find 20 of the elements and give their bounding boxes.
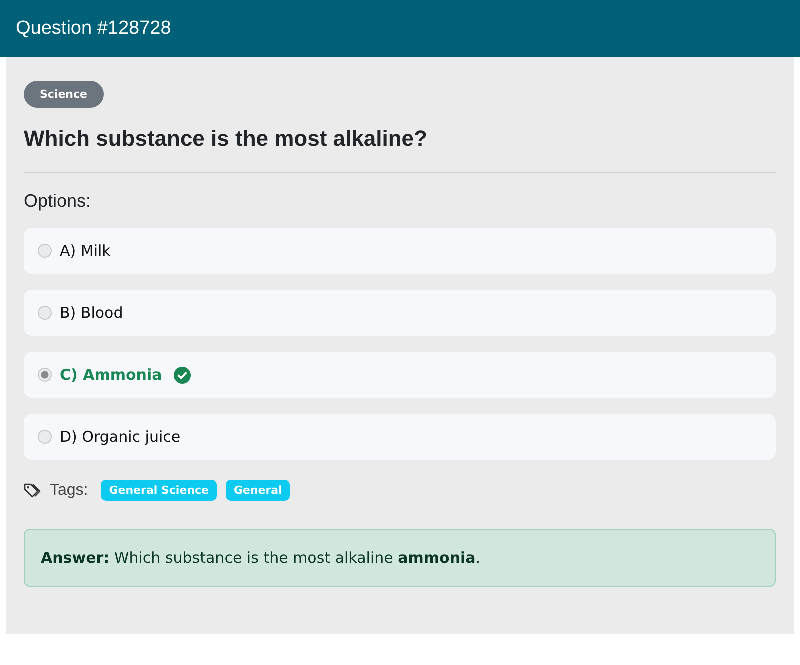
radio-button[interactable] [38, 244, 52, 258]
option-row[interactable]: D) Organic juice [24, 414, 776, 460]
option-label: D) Organic juice [60, 428, 181, 446]
check-circle-icon [174, 366, 192, 384]
option-row[interactable]: A) Milk [24, 228, 776, 274]
option-label: C) Ammonia [60, 366, 162, 384]
radio-button[interactable] [38, 306, 52, 320]
question-text: Which substance is the most alkaline? [24, 126, 428, 152]
option-row[interactable]: C) Ammonia [24, 352, 776, 398]
answer-text: Answer: Which substance is the most alkaline ammonia. [41, 549, 481, 567]
page-title: Question #128728 [16, 18, 172, 40]
option-row[interactable]: B) Blood [24, 290, 776, 336]
option-label: B) Blood [60, 304, 124, 322]
radio-button[interactable] [38, 430, 52, 444]
radio-button[interactable] [38, 368, 52, 382]
category-badge[interactable]: Science [24, 81, 104, 108]
option-label: A) Milk [60, 242, 111, 260]
tags-label: Tags: [50, 482, 88, 500]
options-heading: Options: [24, 191, 92, 212]
tags-icon [24, 483, 41, 498]
